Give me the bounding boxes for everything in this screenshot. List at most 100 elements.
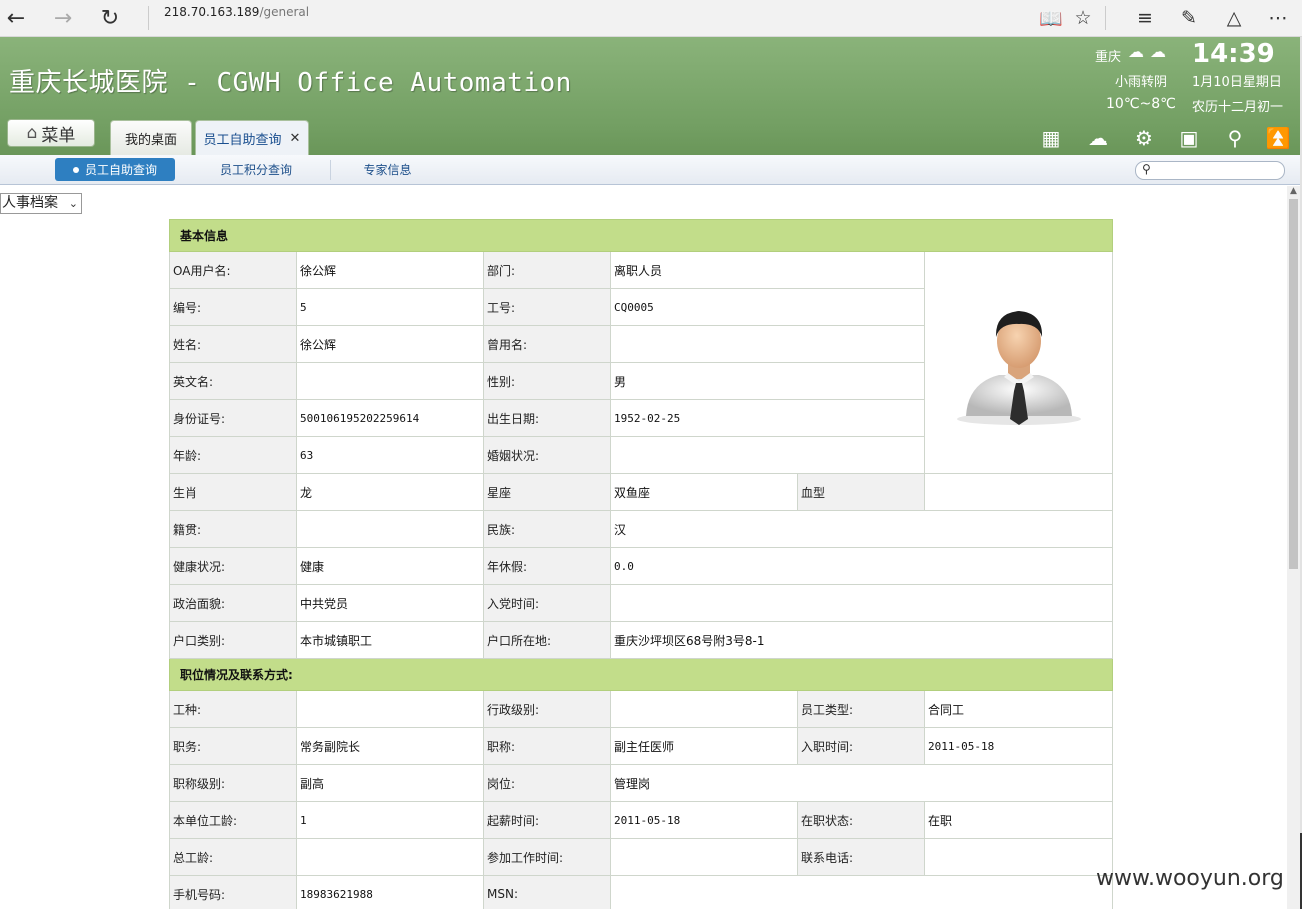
field-value: 徐公辉 <box>296 251 484 289</box>
subtab-label: 专家信息 <box>363 163 412 177</box>
weather-city: 重庆 <box>1095 50 1122 65</box>
subtab-expert-info[interactable]: 专家信息 <box>340 158 435 181</box>
field-value: 常务副院长 <box>296 727 484 765</box>
home-icon: ⌂ <box>26 123 38 143</box>
table-row: 总工龄: 参加工作时间: 联系电话: <box>169 838 1114 876</box>
gear-icon[interactable]: ⚙ <box>1130 125 1158 151</box>
field-value: 管理岗 <box>609 764 1114 802</box>
field-value <box>610 436 925 474</box>
field-value: 本市城镇职工 <box>296 621 484 659</box>
field-label: 职务: <box>169 727 297 765</box>
field-value: 0.0 <box>609 547 1114 585</box>
section-header: 基本信息 <box>168 219 1114 252</box>
field-label: OA用户名: <box>169 251 297 289</box>
scroll-up-icon[interactable]: ▲ <box>1287 186 1300 199</box>
field-value: 副高 <box>296 764 484 802</box>
search-icon: ⚲ <box>1142 162 1151 176</box>
address-divider <box>148 6 149 30</box>
forward-icon[interactable]: → <box>49 4 77 32</box>
address-bar[interactable]: 218.70.163.189/general <box>164 5 309 19</box>
field-label: 总工龄: <box>169 838 297 876</box>
field-value <box>610 838 798 876</box>
field-label: 民族: <box>483 510 611 548</box>
field-value: 徐公辉 <box>296 325 484 363</box>
favorite-star-icon[interactable]: ☆ <box>1069 4 1097 32</box>
scroll-thumb[interactable] <box>1289 199 1298 569</box>
field-label: 出生日期: <box>483 399 611 437</box>
vertical-scrollbar[interactable]: ▲ <box>1287 186 1300 909</box>
menu-button[interactable]: ⌂ 菜单 <box>7 119 95 147</box>
weather-temperature: 10℃~8℃ <box>1106 96 1176 112</box>
field-value: 合同工 <box>923 690 1114 728</box>
field-label: 年龄: <box>169 436 297 474</box>
table-row: 籍贯: 民族: 汉 <box>169 510 1114 548</box>
address-host: 218.70.163.189 <box>164 5 260 19</box>
field-label: 联系电话: <box>797 838 925 876</box>
tab-my-desktop[interactable]: 我的桌面 <box>110 120 192 155</box>
web-note-icon[interactable]: ✎ <box>1175 4 1203 32</box>
key-icon[interactable]: ⚲ <box>1221 125 1249 151</box>
clock: 14:39 <box>1192 39 1275 69</box>
field-label: 入党时间: <box>483 584 611 622</box>
field-label: 职称: <box>483 727 611 765</box>
help-cloud-icon[interactable]: ☁ <box>1084 125 1112 151</box>
back-icon[interactable]: ← <box>2 4 30 32</box>
field-label: 行政级别: <box>483 690 611 728</box>
field-value: 18983621988 <box>296 875 484 909</box>
person-avatar-icon <box>956 311 1081 425</box>
table-row: 健康状况: 健康 年休假: 0.0 <box>169 547 1114 585</box>
archive-select[interactable]: 人事档案 ⌄ <box>0 193 82 214</box>
field-label: 健康状况: <box>169 547 297 585</box>
chevron-down-icon: ⌄ <box>68 197 78 210</box>
field-label: 入职时间: <box>797 727 925 765</box>
skin-icon[interactable]: ▣ <box>1175 125 1203 151</box>
subtab-label: 员工积分查询 <box>219 163 292 177</box>
field-label: 工号: <box>483 288 611 326</box>
subtab-points-query[interactable]: 员工积分查询 <box>196 158 316 181</box>
refresh-icon[interactable]: ↻ <box>96 4 124 32</box>
field-label: 曾用名: <box>483 325 611 363</box>
section-title-position: 职位情况及联系方式: <box>168 658 1114 691</box>
more-icon[interactable]: ⋯ <box>1264 4 1292 32</box>
close-icon[interactable]: ✕ <box>290 131 301 146</box>
table-row: 手机号码: 18983621988 MSN: <box>169 875 1114 909</box>
field-value <box>296 838 484 876</box>
add-widget-icon[interactable]: ▦ <box>1037 125 1065 151</box>
address-path: /general <box>259 5 310 19</box>
watermark: www.wooyun.org <box>1096 866 1284 891</box>
hub-icon[interactable]: ≡ <box>1131 4 1159 32</box>
field-value <box>610 325 925 363</box>
table-row: 职务: 常务副院长 职称: 副主任医师 入职时间: 2011-05-18 <box>169 727 1114 765</box>
search-input[interactable]: ⚲ <box>1135 161 1285 180</box>
section-header: 职位情况及联系方式: <box>168 658 1114 691</box>
table-row: 生肖 龙 星座 双鱼座 血型 <box>169 473 1114 511</box>
field-label: 岗位: <box>483 764 611 802</box>
weather-description: 小雨转阴 <box>1115 75 1168 90</box>
reading-view-icon[interactable]: 📖 <box>1037 4 1065 32</box>
tab-self-query[interactable]: 员工自助查询 ✕ <box>195 120 309 155</box>
field-value <box>923 473 1114 511</box>
field-label: 英文名: <box>169 362 297 400</box>
field-value: 龙 <box>296 473 484 511</box>
field-value: 双鱼座 <box>610 473 798 511</box>
field-label: 年休假: <box>483 547 611 585</box>
field-value: 汉 <box>609 510 1114 548</box>
table-row: 工种: 行政级别: 员工类型: 合同工 <box>169 690 1114 728</box>
sub-navigation: 员工自助查询 员工积分查询 专家信息 ⚲ <box>0 155 1300 185</box>
field-value: 1952-02-25 <box>610 399 925 437</box>
bullet-icon <box>72 166 79 173</box>
field-label: 身份证号: <box>169 399 297 437</box>
field-value <box>296 362 484 400</box>
field-label: 员工类型: <box>797 690 925 728</box>
field-value: 中共党员 <box>296 584 484 622</box>
field-label: 参加工作时间: <box>483 838 611 876</box>
field-label: 性别: <box>483 362 611 400</box>
share-icon[interactable]: △ <box>1220 4 1248 32</box>
subtab-label: 员工自助查询 <box>84 163 157 177</box>
field-value: 男 <box>610 362 925 400</box>
field-label: MSN: <box>483 875 611 909</box>
date: 1月10日星期日 <box>1192 75 1282 90</box>
collapse-icon[interactable]: ⏫ <box>1264 125 1292 151</box>
app-title: 重庆长城医院 - CGWH Office Automation <box>9 68 572 98</box>
subtab-self-query[interactable]: 员工自助查询 <box>55 158 175 181</box>
